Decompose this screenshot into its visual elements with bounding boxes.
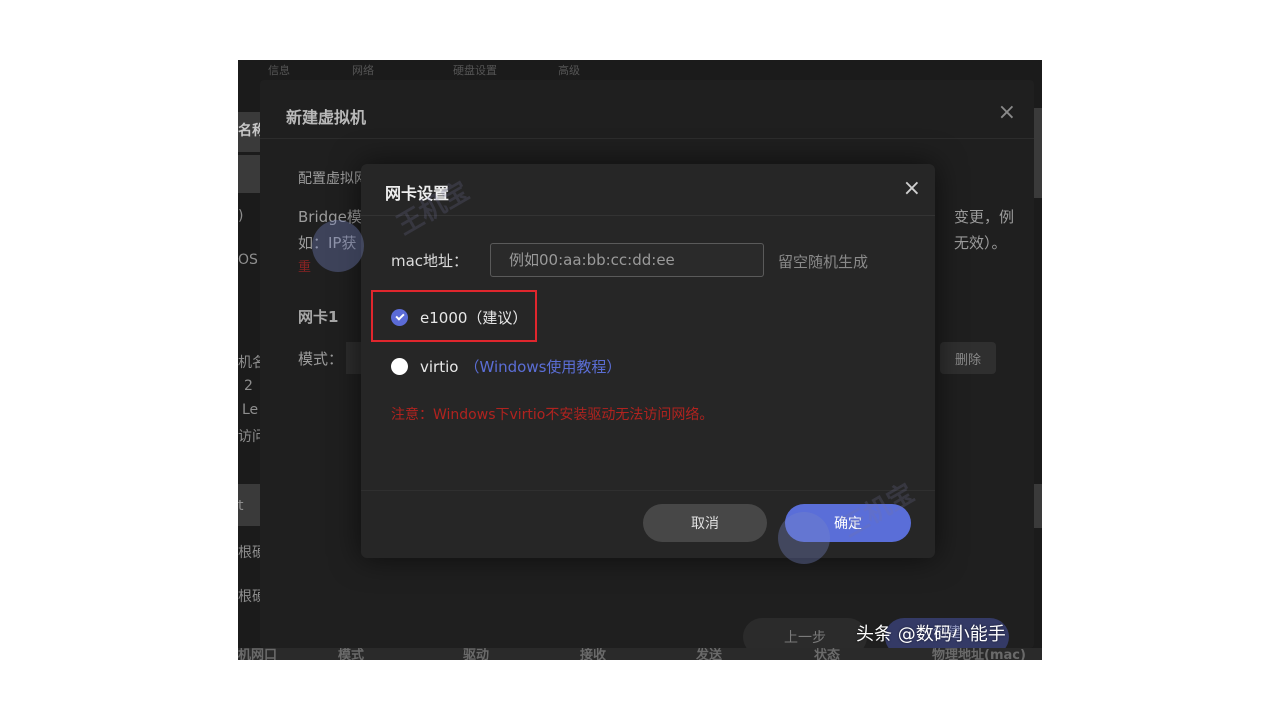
delete-nic-button[interactable]: 删除	[940, 342, 996, 374]
bg-tab: 硬盘设置	[453, 64, 497, 77]
cancel-button[interactable]: 取消	[643, 504, 767, 542]
screen: 信息 网络 硬盘设置 高级 名称 ) OS 机名i 2 Le 访问 t 根硬 根…	[238, 60, 1042, 660]
mode-select[interactable]	[346, 342, 362, 374]
table-header-cell: 物理地址(mac)	[932, 648, 1026, 660]
warning-fragment: 重	[298, 260, 312, 275]
table-header-cell: 接收	[580, 648, 607, 660]
bg-block	[238, 155, 260, 193]
bg-fragment: Le	[242, 402, 259, 418]
close-icon[interactable]: ×	[903, 176, 921, 201]
bg-tab: 信息	[268, 64, 290, 77]
nic-option-label: e1000（建议）	[420, 309, 528, 327]
table-header-cell: 状态	[814, 648, 841, 660]
bg-scroll-edge	[1034, 108, 1042, 198]
bridge-description-line2-tail: 无效）。	[954, 234, 1007, 252]
nic-option-label: virtio	[420, 357, 459, 376]
radio-checked-icon[interactable]	[391, 309, 408, 326]
mac-label: mac地址：	[391, 252, 469, 270]
bg-fragment: 2	[244, 378, 253, 394]
bg-scroll-edge	[1034, 484, 1042, 528]
nic-heading: 网卡1	[298, 308, 339, 326]
source-credit: 头条 @数码小能手	[856, 624, 1006, 645]
table-header: 机网口 模式 驱动 接收 发送 状态 物理地址(mac)	[238, 648, 1042, 660]
bg-fragment: OS	[238, 252, 258, 268]
close-icon[interactable]: ×	[998, 100, 1016, 125]
nic-settings-dialog: 网卡设置 × mac地址： 留空随机生成 e1000（建议） virtio （W…	[361, 164, 935, 558]
bg-fragment: )	[238, 208, 244, 224]
radio-unchecked-icon[interactable]	[391, 358, 408, 375]
new-vm-dialog-title: 新建虚拟机	[286, 108, 367, 127]
divider	[260, 138, 1034, 139]
nic-option-e1000[interactable]: e1000（建议）	[391, 307, 527, 328]
mac-hint: 留空随机生成	[778, 253, 869, 271]
mode-label: 模式：	[298, 350, 344, 368]
table-header-cell: 机网口	[238, 648, 278, 660]
windows-tutorial-link[interactable]: （Windows使用教程）	[464, 356, 621, 377]
bridge-description-tail: 变更，例	[954, 208, 1015, 226]
divider	[361, 490, 935, 491]
bg-tab: 高级	[558, 64, 580, 77]
mac-address-input[interactable]	[490, 243, 764, 277]
bg-fragment: t	[238, 498, 244, 514]
virtio-warning-note: 注意：Windows下virtio不安装驱动无法访问网络。	[391, 407, 714, 423]
nic-option-virtio[interactable]: virtio （Windows使用教程）	[391, 356, 621, 377]
watermark-logo-icon	[312, 220, 364, 272]
table-header-cell: 模式	[338, 648, 365, 660]
watermark-logo-icon	[778, 512, 830, 564]
table-header-cell: 发送	[696, 648, 723, 660]
bg-tab: 网络	[352, 64, 374, 77]
table-header-cell: 驱动	[463, 648, 490, 660]
